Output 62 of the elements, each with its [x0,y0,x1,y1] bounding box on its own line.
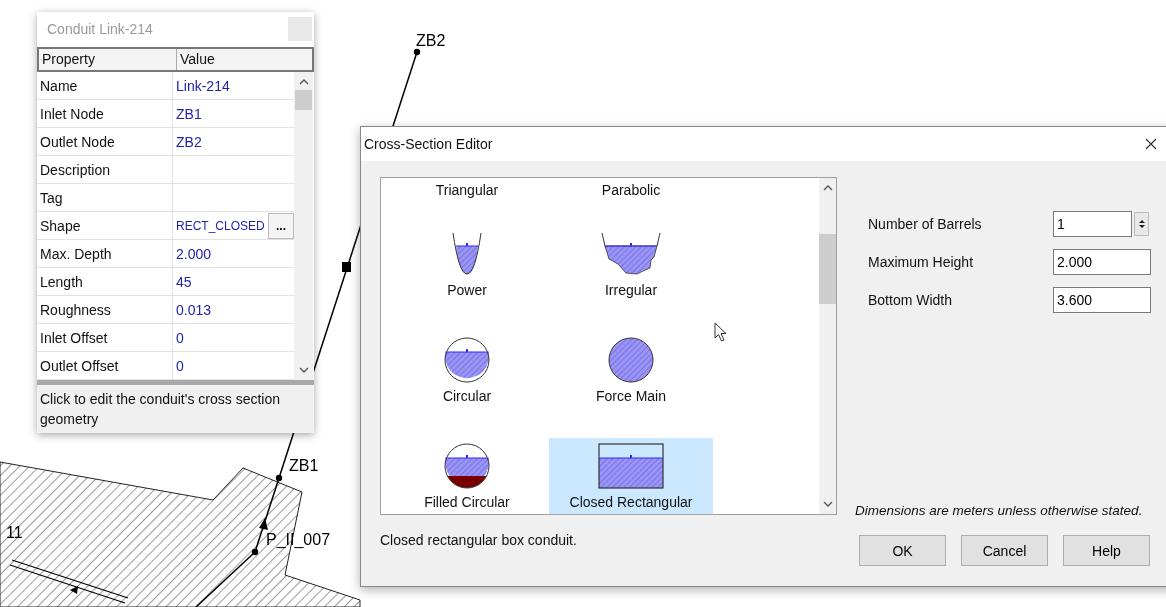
column-header: Property [39,48,177,70]
shape-option[interactable]: Closed Rectangular [549,438,713,514]
property-value[interactable]: Link-214 [176,77,230,94]
input-field[interactable]: 3.600 [1053,287,1151,313]
property-name: Shape [40,217,81,234]
property-name: Tag [40,189,63,206]
note-text: Dimensions are meters unless otherwise stated. [854,503,1144,518]
scroll-up-icon[interactable] [298,78,309,85]
node-dot [413,48,421,56]
property-value[interactable]: ZB1 [176,105,202,122]
property-value[interactable]: 45 [176,273,192,290]
property-value[interactable]: 0 [176,329,184,346]
input-field[interactable]: 1 [1053,211,1132,237]
property-value[interactable]: RECT_CLOSED [176,218,265,233]
help-text: Click to edit the conduit's cross section geometry [37,380,314,433]
dialog-button[interactable]: OK [859,535,946,566]
cross-section-icon [595,442,667,490]
property-name: Inlet Offset [40,329,108,346]
field-label: Bottom Width [868,292,954,308]
shape-option[interactable]: Power [385,226,549,306]
shape-option[interactable]: Triangular [385,178,549,200]
window-title: Cross-Section Editor [364,136,493,152]
property-value[interactable]: 2.000 [176,245,212,262]
input-field[interactable]: 2.000 [1053,249,1151,275]
scroll-up-icon[interactable] [822,184,833,191]
node-label: ZB2 [416,32,446,49]
scrollbar-thumb[interactable] [295,90,312,110]
node-dot [251,548,259,556]
shape-description: Closed rectangular box conduit. [380,532,578,548]
property-name: Name [40,77,78,94]
shape-option[interactable]: Force Main [549,332,713,412]
node-label: 11 [6,524,23,541]
dialog-button[interactable]: Help [1063,535,1150,566]
scroll-down-icon[interactable] [298,367,309,374]
property-value[interactable]: 0.013 [176,301,212,318]
property-name: Outlet Offset [40,357,119,374]
node-dot [275,474,283,482]
property-name: Outlet Node [40,133,115,150]
property-value[interactable]: ZB2 [176,133,202,150]
property-name: Description [40,161,111,178]
property-name: Inlet Node [40,105,104,122]
property-name: Roughness [40,301,111,318]
node-label: P_II_007 [266,531,331,548]
field-label: Number of Barrels [868,216,983,232]
property-name: Length [40,273,83,290]
mouse-pointer-icon [714,322,728,342]
column-header: Value [179,50,215,70]
shape-option[interactable]: Filled Circular [385,438,549,514]
close-icon[interactable] [1145,138,1157,150]
node-label: ZB1 [289,457,319,474]
shape-option[interactable]: Irregular [549,226,713,306]
field-label: Maximum Height [868,254,975,270]
ellipsis-button[interactable]: ... [268,212,294,239]
scrollbar-thumb[interactable] [819,234,836,304]
property-name: Max. Depth [40,245,112,262]
dialog-button[interactable]: Cancel [961,535,1048,566]
scroll-down-icon[interactable] [822,501,833,508]
shape-option[interactable]: Circular [385,332,549,412]
shape-option[interactable]: Parabolic [549,178,713,200]
spin-button[interactable] [1134,212,1149,236]
window-title: Conduit Link-214 [47,21,153,38]
property-value[interactable]: 0 [176,357,184,374]
